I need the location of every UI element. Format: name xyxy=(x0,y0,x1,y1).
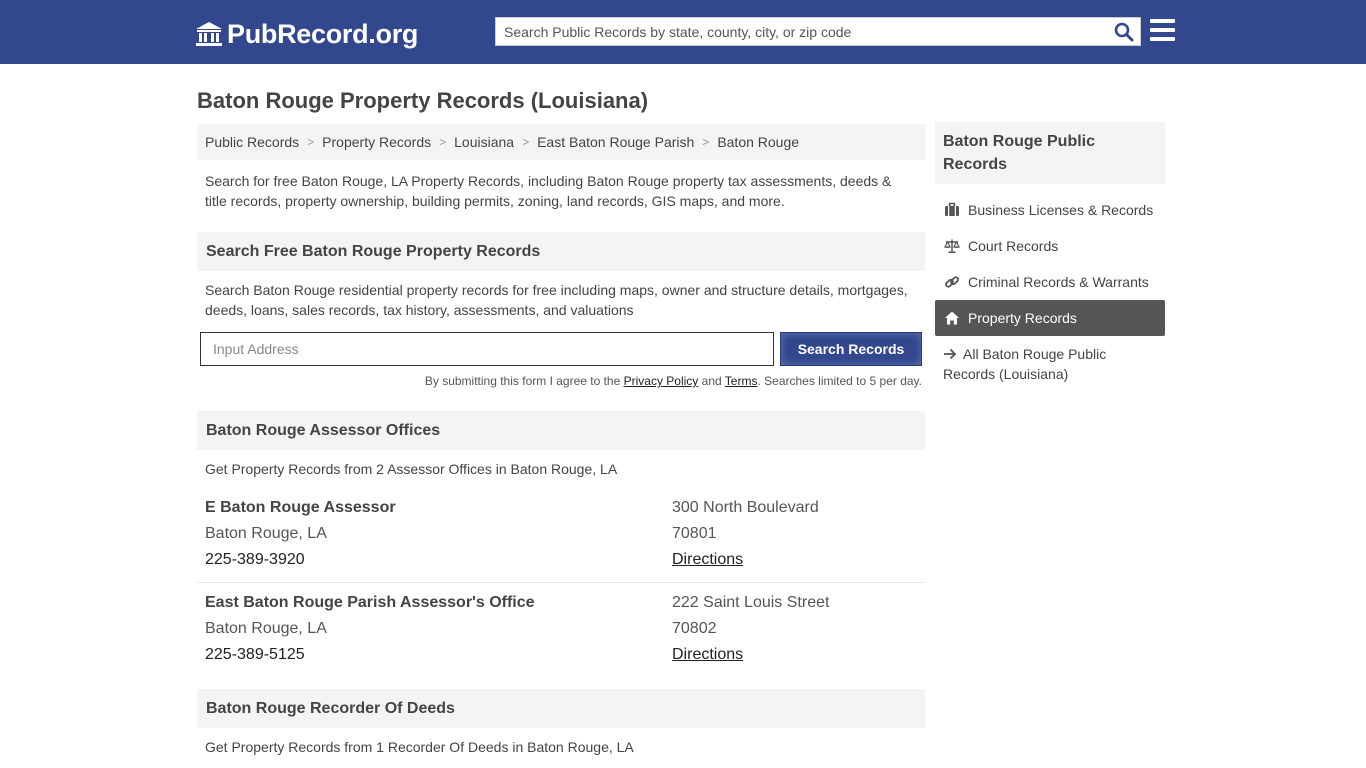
sidebar-item-business-licenses[interactable]: Business Licenses & Records xyxy=(935,192,1165,228)
assessor-offices-description: Get Property Records from 2 Assessor Off… xyxy=(205,461,618,477)
breadcrumb-louisiana[interactable]: Louisiana xyxy=(454,134,514,150)
breadcrumb-property-records[interactable]: Property Records xyxy=(322,134,431,150)
search-records-button[interactable]: Search Records xyxy=(780,332,922,366)
site-logo[interactable]: PubRecord.org xyxy=(195,17,418,51)
office-zip: 70801 xyxy=(672,525,717,542)
breadcrumb-baton-rouge[interactable]: Baton Rouge xyxy=(717,134,799,150)
home-icon xyxy=(945,311,959,325)
sidebar-item-criminal-records[interactable]: Criminal Records & Warrants xyxy=(935,264,1165,300)
sidebar-heading: Baton Rouge Public Records xyxy=(935,122,1165,184)
page-title: Baton Rouge Property Records (Louisiana) xyxy=(197,88,649,113)
address-input[interactable] xyxy=(200,332,774,366)
site-search xyxy=(495,17,1141,46)
office-directions-link[interactable]: Directions xyxy=(672,646,743,664)
sidebar-item-label: Business Licenses & Records xyxy=(968,202,1154,218)
recorder-of-deeds-description: Get Property Records from 1 Recorder Of … xyxy=(205,739,634,755)
search-section-description: Search Baton Rouge residential property … xyxy=(205,282,908,318)
office-street: 222 Saint Louis Street xyxy=(672,594,830,611)
menu-bar xyxy=(1150,28,1175,32)
office-divider xyxy=(197,582,925,583)
office-zip: 70802 xyxy=(672,620,717,637)
recorder-of-deeds-heading: Baton Rouge Recorder Of Deeds xyxy=(197,689,925,728)
office-phone[interactable]: 225-389-3920 xyxy=(205,551,305,569)
scales-icon xyxy=(944,239,960,253)
sidebar-item-property-records[interactable]: Property Records xyxy=(935,300,1165,336)
intro-text: Search for free Baton Rouge, LA Property… xyxy=(205,173,892,209)
disclaimer-suffix: . Searches limited to 5 per day. xyxy=(757,374,922,388)
sidebar-item-court-records[interactable]: Court Records xyxy=(935,228,1165,264)
privacy-policy-link[interactable]: Privacy Policy xyxy=(624,374,699,388)
search-disclaimer: By submitting this form I agree to the P… xyxy=(200,374,922,388)
disclaimer-and: and xyxy=(698,374,725,388)
sidebar-item-label: Criminal Records & Warrants xyxy=(968,274,1149,290)
breadcrumb-east-baton-rouge-parish[interactable]: East Baton Rouge Parish xyxy=(537,134,694,150)
sidebar-item-label: Property Records xyxy=(968,310,1077,326)
office-street: 300 North Boulevard xyxy=(672,499,819,516)
office-city: Baton Rouge, LA xyxy=(205,525,327,542)
link-icon xyxy=(945,276,959,288)
terms-link[interactable]: Terms xyxy=(725,374,758,388)
office-phone[interactable]: 225-389-5125 xyxy=(205,646,305,664)
sidebar-all-records-link[interactable]: All Baton Rouge Public Records (Louisian… xyxy=(943,344,1143,384)
office-name: East Baton Rouge Parish Assessor's Offic… xyxy=(205,594,535,611)
breadcrumb-separator: > xyxy=(439,135,447,149)
menu-bar xyxy=(1150,19,1175,23)
briefcase-icon xyxy=(945,202,959,216)
arrow-right-icon xyxy=(944,348,957,360)
breadcrumb: Public Records > Property Records > Loui… xyxy=(197,124,925,160)
breadcrumb-separator: > xyxy=(522,135,530,149)
disclaimer-prefix: By submitting this form I agree to the xyxy=(424,374,624,388)
office-directions-link[interactable]: Directions xyxy=(672,551,743,569)
sidebar-item-label: Court Records xyxy=(968,238,1059,254)
search-icon[interactable] xyxy=(1114,22,1134,42)
breadcrumb-public-records[interactable]: Public Records xyxy=(205,134,299,150)
assessor-offices-heading: Baton Rouge Assessor Offices xyxy=(197,411,925,450)
logo-text: PubRecord.org xyxy=(227,18,419,49)
courthouse-icon xyxy=(196,22,222,46)
breadcrumb-separator: > xyxy=(307,135,315,149)
office-city: Baton Rouge, LA xyxy=(205,620,327,637)
site-search-input[interactable] xyxy=(496,18,1106,45)
breadcrumb-separator: > xyxy=(702,135,710,149)
top-bar: PubRecord.org xyxy=(0,0,1366,64)
office-name: E Baton Rouge Assessor xyxy=(205,499,396,516)
search-section-heading: Search Free Baton Rouge Property Records xyxy=(197,232,925,271)
menu-bar xyxy=(1150,37,1175,41)
sidebar-all-records-label: All Baton Rouge Public Records (Louisian… xyxy=(943,346,1107,382)
hamburger-menu-icon[interactable] xyxy=(1150,19,1175,41)
